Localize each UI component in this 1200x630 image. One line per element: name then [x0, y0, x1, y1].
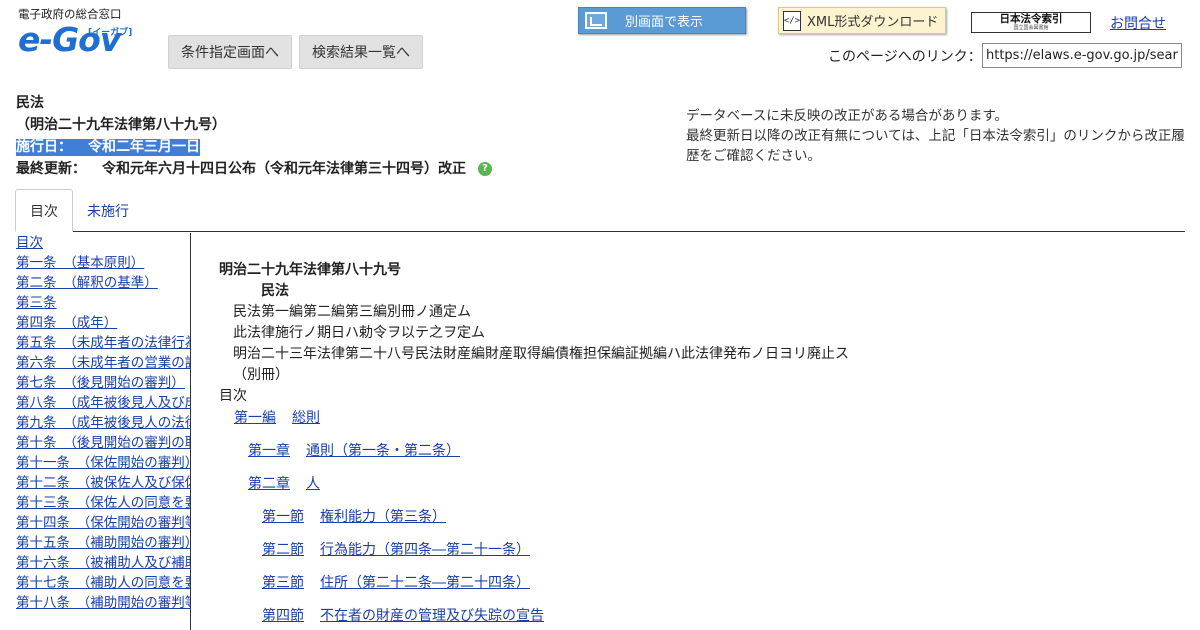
notice-line-1: データベースに未反映の改正がある場合があります。	[686, 108, 1008, 124]
section-title[interactable]: 住所（第二十二条―第二十四条）	[320, 575, 530, 591]
toc-item[interactable]: 第五条 （未成年者の法律行為）	[15, 333, 190, 353]
chapter-title[interactable]: 人	[306, 476, 320, 492]
new-window-label: 別画面で表示	[625, 15, 704, 30]
section-number[interactable]: 第一節	[262, 509, 304, 525]
toc-sidebar[interactable]: 目次 第一条 （基本原則） 第二条 （解釈の基準） 第三条 第四条 （成年） 第…	[15, 233, 191, 630]
tab-not-yet-effective[interactable]: 未施行	[73, 189, 143, 232]
new-window-button[interactable]: 別画面で表示	[578, 7, 746, 34]
law-body: 明治二十九年法律第八十九号 民法 民法第一編第二編第三編別冊ノ通定ム 此法律施行…	[192, 233, 1192, 630]
search-results-button[interactable]: 検索結果一覧へ	[299, 35, 423, 69]
content-tabs: 目次 未施行	[15, 189, 143, 232]
page-link-input[interactable]	[982, 43, 1182, 68]
section-title[interactable]: 権利能力（第三条）	[320, 509, 446, 525]
chapter-number[interactable]: 第一章	[248, 443, 290, 459]
database-notice: データベースに未反映の改正がある場合があります。 最終更新日以降の改正有無につい…	[686, 106, 1186, 166]
toc-item[interactable]: 第十三条 （保佐人の同意を要する行為等）	[15, 493, 190, 513]
law-info: 民法 （明治二十九年法律第八十九号） 施行日： 令和二年三月一日 最終更新： 令和元…	[16, 92, 492, 180]
effective-date: 施行日： 令和二年三月一日	[16, 139, 200, 156]
toc-section-4[interactable]: 第四節 不在者の財産の管理及び失踪の宣告	[262, 606, 544, 627]
law-number-heading: 明治二十九年法律第八十九号	[219, 262, 401, 278]
help-icon[interactable]: ?	[478, 162, 492, 176]
toc-item[interactable]: 目次	[15, 233, 190, 253]
toc-section-3[interactable]: 第三節 住所（第二十二条―第二十四条）	[262, 573, 530, 594]
toc-item[interactable]: 第十五条 （補助開始の審判）	[15, 533, 190, 553]
toc-item[interactable]: 第十一条 （保佐開始の審判）	[15, 453, 190, 473]
tab-toc[interactable]: 目次	[15, 189, 73, 232]
toc-item[interactable]: 第十四条 （保佐開始の審判等の取消し）	[15, 513, 190, 533]
toc-item[interactable]: 第十条 （後見開始の審判の取消し）	[15, 433, 190, 453]
toc-item[interactable]: 第十八条 （補助開始の審判等の取消し）	[15, 593, 190, 613]
code-file-icon: </>	[783, 10, 801, 31]
toc-item[interactable]: 第三条	[15, 293, 190, 313]
part-title[interactable]: 総則	[292, 410, 320, 426]
effective-value: 令和二年三月一日	[88, 139, 200, 155]
toc-item[interactable]: 第二条 （解釈の基準）	[15, 273, 190, 293]
notice-line-2: 最終更新日以降の改正有無については、上記「日本法令索引」のリンクから改正履歴をご…	[686, 128, 1185, 164]
xml-download-button[interactable]: </> XML形式ダウンロード	[778, 7, 946, 34]
toc-item[interactable]: 第九条 （成年被後見人の法律行為）	[15, 413, 190, 433]
toc-item[interactable]: 第六条 （未成年者の営業の許可）	[15, 353, 190, 373]
section-number[interactable]: 第二節	[262, 542, 304, 558]
search-conditions-button[interactable]: 条件指定画面へ	[168, 35, 292, 69]
toc-chapter-2[interactable]: 第二章人	[248, 474, 320, 495]
preamble-line: （別冊）	[233, 367, 289, 383]
xml-download-label: XML形式ダウンロード	[807, 15, 939, 30]
section-number[interactable]: 第三節	[262, 575, 304, 591]
law-number: （明治二十九年法律第八十九号）	[16, 117, 226, 133]
law-index-title: 日本法令索引	[999, 13, 1063, 25]
section-number[interactable]: 第四節	[262, 608, 304, 624]
toc-item[interactable]: 第十六条 （被補助人及び補助人）	[15, 553, 190, 573]
toc-section-2[interactable]: 第二節 行為能力（第四条―第二十一条）	[262, 540, 530, 561]
tab-divider	[15, 231, 1185, 232]
effective-label: 施行日：	[16, 139, 72, 155]
section-title[interactable]: 不在者の財産の管理及び失踪の宣告	[320, 608, 544, 624]
toc-item[interactable]: 第一条 （基本原則）	[15, 253, 190, 273]
toc-chapter-1[interactable]: 第一章 通則（第一条・第二条）	[248, 441, 460, 462]
preamble-line: 明治二十三年法律第二十八号民法財産編財産取得編債権担保編証拠編ハ此法律発布ノ日ヨ…	[233, 346, 849, 362]
toc-heading: 目次	[219, 388, 247, 404]
toc-item[interactable]: 第四条 （成年）	[15, 313, 190, 333]
new-window-icon	[585, 12, 607, 29]
chapter-title[interactable]: 通則（第一条・第二条）	[306, 443, 460, 459]
law-title: 民法	[16, 95, 44, 111]
part-number[interactable]: 第一編	[234, 410, 276, 426]
toc-item[interactable]: 第十二条 （被保佐人及び保佐人）	[15, 473, 190, 493]
toc-section-1[interactable]: 第一節 権利能力（第三条）	[262, 507, 446, 528]
preamble-line: 此法律施行ノ期日ハ勅令ヲ以テ之ヲ定ム	[233, 325, 485, 341]
toc-item[interactable]: 第八条 （成年被後見人及び成年後見人）	[15, 393, 190, 413]
page-link-label: このページへのリンク：	[828, 49, 982, 65]
section-title[interactable]: 行為能力（第四条―第二十一条）	[320, 542, 530, 558]
logo-kana: [イーガブ]	[88, 28, 133, 38]
preamble-line: 民法第一編第二編第三編別冊ノ通定ム	[233, 304, 471, 320]
updated-value: 令和元年六月十四日公布（令和元年法律第三十四号）改正	[102, 161, 466, 177]
law-title-heading: 民法	[261, 283, 289, 299]
toc-part-1[interactable]: 第一編 総則	[234, 408, 320, 429]
updated-label: 最終更新：	[16, 161, 86, 177]
law-index-subtitle: 国立国会図書館	[1013, 25, 1049, 31]
egov-logo[interactable]: 電子政府の総合窓口 e-Gov [イーガブ]	[18, 6, 138, 68]
chapter-number[interactable]: 第二章	[248, 476, 290, 492]
inquiry-link[interactable]: お問合せ	[1110, 13, 1166, 33]
toc-item[interactable]: 第七条 （後見開始の審判）	[15, 373, 190, 393]
law-index-link[interactable]: 日本法令索引 国立国会図書館	[971, 12, 1091, 33]
toc-item[interactable]: 第十七条 （補助人の同意を要する旨の審判等）	[15, 573, 190, 593]
